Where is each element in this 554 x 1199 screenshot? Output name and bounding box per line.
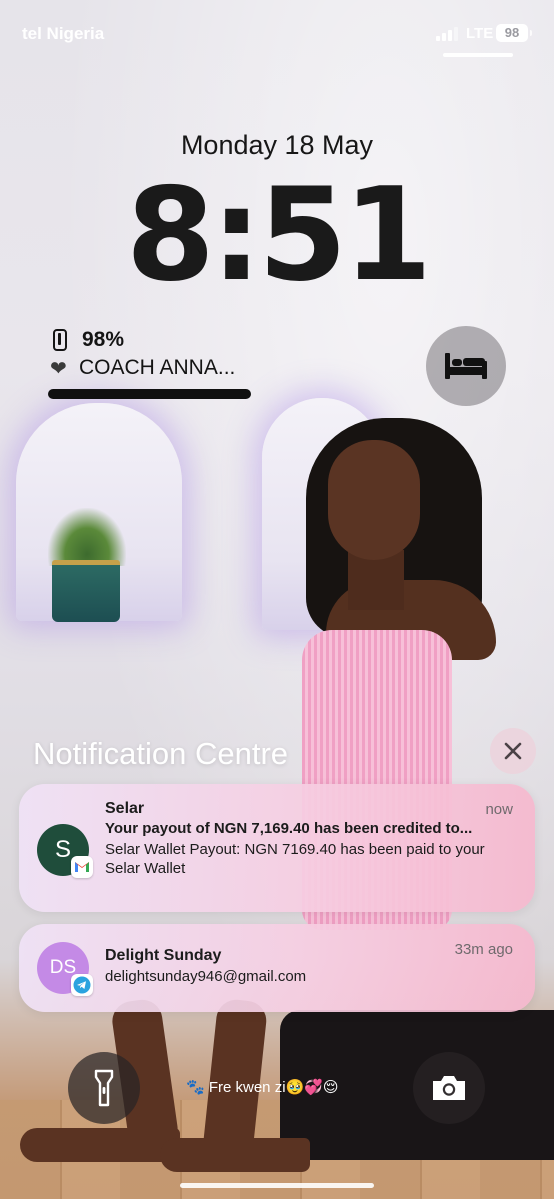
notification-sender: Selar xyxy=(105,800,145,817)
notification-centre-title: Notification Centre xyxy=(33,736,289,771)
notification-card[interactable]: S Selar now Your payout of NGN 7,169.40 … xyxy=(19,784,535,912)
telegram-icon xyxy=(71,974,93,996)
wallpaper-pot xyxy=(52,560,120,622)
signal-icon xyxy=(436,27,458,41)
gmail-icon xyxy=(71,856,93,878)
control-centre-handle[interactable] xyxy=(443,53,513,57)
focus-status: 🐾 Fre kwen zi🥹💞😌 xyxy=(186,1079,339,1096)
lock-date: Monday 18 May xyxy=(180,130,374,160)
widget-battery-bar xyxy=(48,389,251,399)
widget-device-label: COACH ANNA... xyxy=(79,356,236,379)
flashlight-button[interactable] xyxy=(68,1052,140,1124)
wallpaper-foot xyxy=(160,1138,310,1172)
network-type: LTE xyxy=(466,25,494,42)
bed-icon xyxy=(445,353,487,379)
widget-battery-percent: 98% xyxy=(82,328,125,351)
sleep-focus-button[interactable] xyxy=(426,326,506,406)
lock-time[interactable]: 8:51 xyxy=(0,166,554,306)
status-bar: tel Nigeria LTE 98 xyxy=(0,0,554,60)
notification-sender: Delight Sunday xyxy=(105,947,222,964)
notification-card[interactable]: DS Delight Sunday 33m ago delightsunday9… xyxy=(19,924,535,1012)
camera-button[interactable] xyxy=(413,1052,485,1124)
notification-body: Selar Wallet Payout: NGN 7169.40 has bee… xyxy=(105,841,485,877)
wallpaper-plant xyxy=(48,508,126,566)
phone-icon xyxy=(53,329,67,351)
wallpaper-foot xyxy=(20,1128,180,1162)
wallpaper-face xyxy=(328,440,420,560)
camera-icon xyxy=(433,1076,465,1100)
notification-body: delightsunday946@gmail.com xyxy=(105,968,307,985)
battery-icon: 98 xyxy=(496,24,532,42)
battery-widget[interactable]: 98% ❤ COACH ANNA... xyxy=(48,326,258,406)
notification-time: now xyxy=(485,801,513,818)
flashlight-icon xyxy=(94,1069,114,1107)
clear-notifications-button[interactable] xyxy=(490,728,536,774)
home-indicator[interactable] xyxy=(180,1183,374,1188)
notification-time: 33m ago xyxy=(454,941,513,958)
close-icon xyxy=(504,742,522,760)
heart-icon: ❤ xyxy=(50,358,67,380)
carrier-name: tel Nigeria xyxy=(22,24,105,43)
notification-subject: Your payout of NGN 7,169.40 has been cre… xyxy=(105,820,473,837)
